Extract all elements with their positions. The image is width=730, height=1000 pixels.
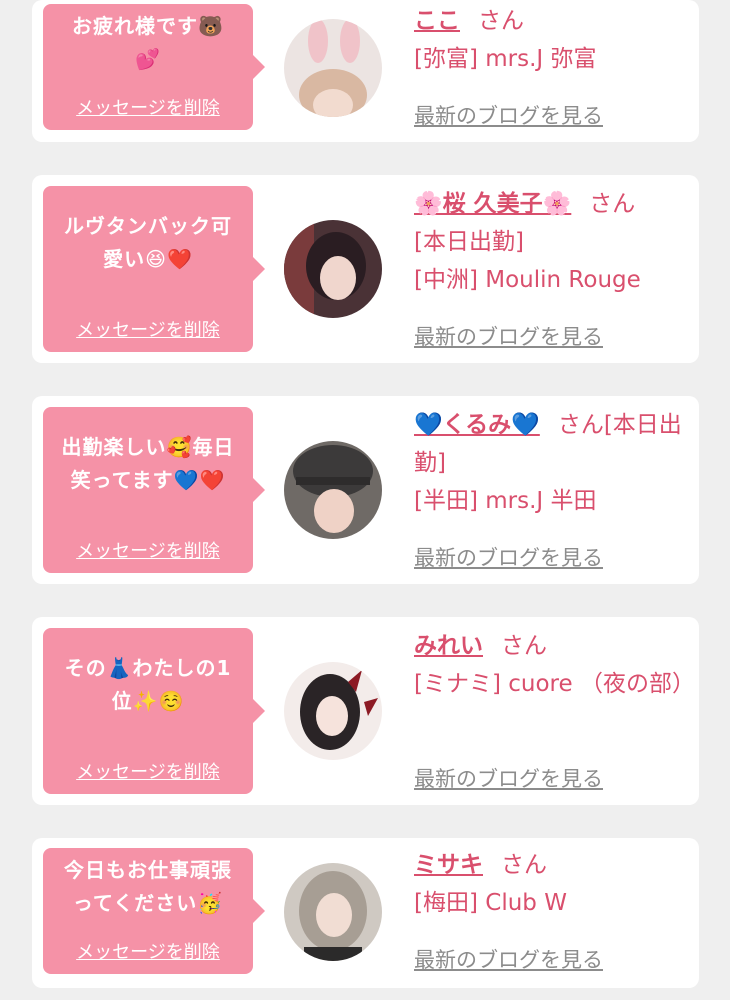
message-bubble: 出勤楽しい🥰毎日 笑ってます💙❤️ メッセージを削除 [43, 407, 265, 573]
avatar[interactable] [284, 441, 382, 539]
cast-name-link[interactable]: 🌸桜 久美子🌸 [414, 191, 571, 217]
delete-message-link[interactable]: メッセージを削除 [43, 938, 253, 964]
cast-name-link[interactable]: 💙くるみ💙 [414, 412, 540, 438]
avatar-image [284, 220, 382, 318]
message-text: 今日もお仕事頑張 ってください🥳 [64, 858, 232, 915]
avatar[interactable] [284, 220, 382, 318]
shop-info: [ミナミ] cuore （夜の部） [414, 671, 695, 697]
message-card: ルヴタンバック可 愛い😆❤️ メッセージを削除 🌸桜 久美子🌸 さん [本日出勤]… [32, 175, 699, 363]
latest-blog-link[interactable]: 最新のブログを見る [414, 100, 603, 130]
latest-blog-link[interactable]: 最新のブログを見る [414, 321, 603, 351]
avatar[interactable] [284, 662, 382, 760]
latest-blog-link[interactable]: 最新のブログを見る [414, 763, 603, 793]
delete-message-link[interactable]: メッセージを削除 [43, 537, 253, 563]
status-text: [本日出勤] [414, 229, 524, 255]
avatar[interactable] [284, 863, 382, 961]
cast-info: ミサキ さん [梅田] Club W [414, 846, 694, 922]
honorific: さん [501, 852, 547, 878]
cast-info: 🌸桜 久美子🌸 さん [本日出勤] [中洲] Moulin Rouge [414, 185, 694, 299]
message-card: お疲れ様です🐻 💕 メッセージを削除 ここ さん [弥富] mrs.J 弥富 最新… [32, 0, 699, 142]
cast-info: ここ さん [弥富] mrs.J 弥富 [414, 2, 694, 78]
message-bubble: その👗わたしの1 位✨☺️ メッセージを削除 [43, 628, 265, 794]
message-bubble: お疲れ様です🐻 💕 メッセージを削除 [43, 4, 265, 130]
cast-name-link[interactable]: ここ [414, 8, 460, 34]
message-card: その👗わたしの1 位✨☺️ メッセージを削除 みれい さん [ミナミ] cuore… [32, 617, 699, 805]
avatar[interactable] [284, 19, 382, 117]
latest-blog-link[interactable]: 最新のブログを見る [414, 542, 603, 572]
delete-message-link[interactable]: メッセージを削除 [43, 758, 253, 784]
avatar-image [284, 863, 382, 961]
avatar-image [284, 441, 382, 539]
avatar-image [284, 19, 382, 117]
cast-name-link[interactable]: ミサキ [414, 852, 483, 878]
message-text: ルヴタンバック可 愛い😆❤️ [64, 214, 232, 271]
shop-info: [梅田] Club W [414, 890, 567, 916]
latest-blog-link[interactable]: 最新のブログを見る [414, 944, 603, 974]
shop-info: [半田] mrs.J 半田 [414, 488, 597, 514]
cast-info: みれい さん [ミナミ] cuore （夜の部） [414, 627, 695, 703]
avatar-image [284, 662, 382, 760]
cast-info: 💙くるみ💙 さん[本日出勤] [半田] mrs.J 半田 [414, 406, 694, 520]
honorific: さん [589, 191, 636, 217]
shop-info: [中洲] Moulin Rouge [414, 267, 641, 293]
message-text: お疲れ様です🐻 💕 [72, 14, 224, 71]
delete-message-link[interactable]: メッセージを削除 [43, 316, 253, 342]
honorific: さん [501, 633, 547, 659]
delete-message-link[interactable]: メッセージを削除 [43, 94, 253, 120]
honorific: さん [478, 8, 524, 34]
message-bubble: ルヴタンバック可 愛い😆❤️ メッセージを削除 [43, 186, 265, 352]
message-card: 今日もお仕事頑張 ってください🥳 メッセージを削除 ミサキ さん [梅田] Clu… [32, 838, 699, 988]
message-text: 出勤楽しい🥰毎日 笑ってます💙❤️ [61, 435, 235, 492]
cast-name-link[interactable]: みれい [414, 633, 483, 659]
message-bubble: 今日もお仕事頑張 ってください🥳 メッセージを削除 [43, 848, 265, 974]
shop-info: [弥富] mrs.J 弥富 [414, 46, 597, 72]
message-text: その👗わたしの1 位✨☺️ [64, 656, 232, 713]
message-card: 出勤楽しい🥰毎日 笑ってます💙❤️ メッセージを削除 💙くるみ💙 さん[本日出勤]… [32, 396, 699, 584]
